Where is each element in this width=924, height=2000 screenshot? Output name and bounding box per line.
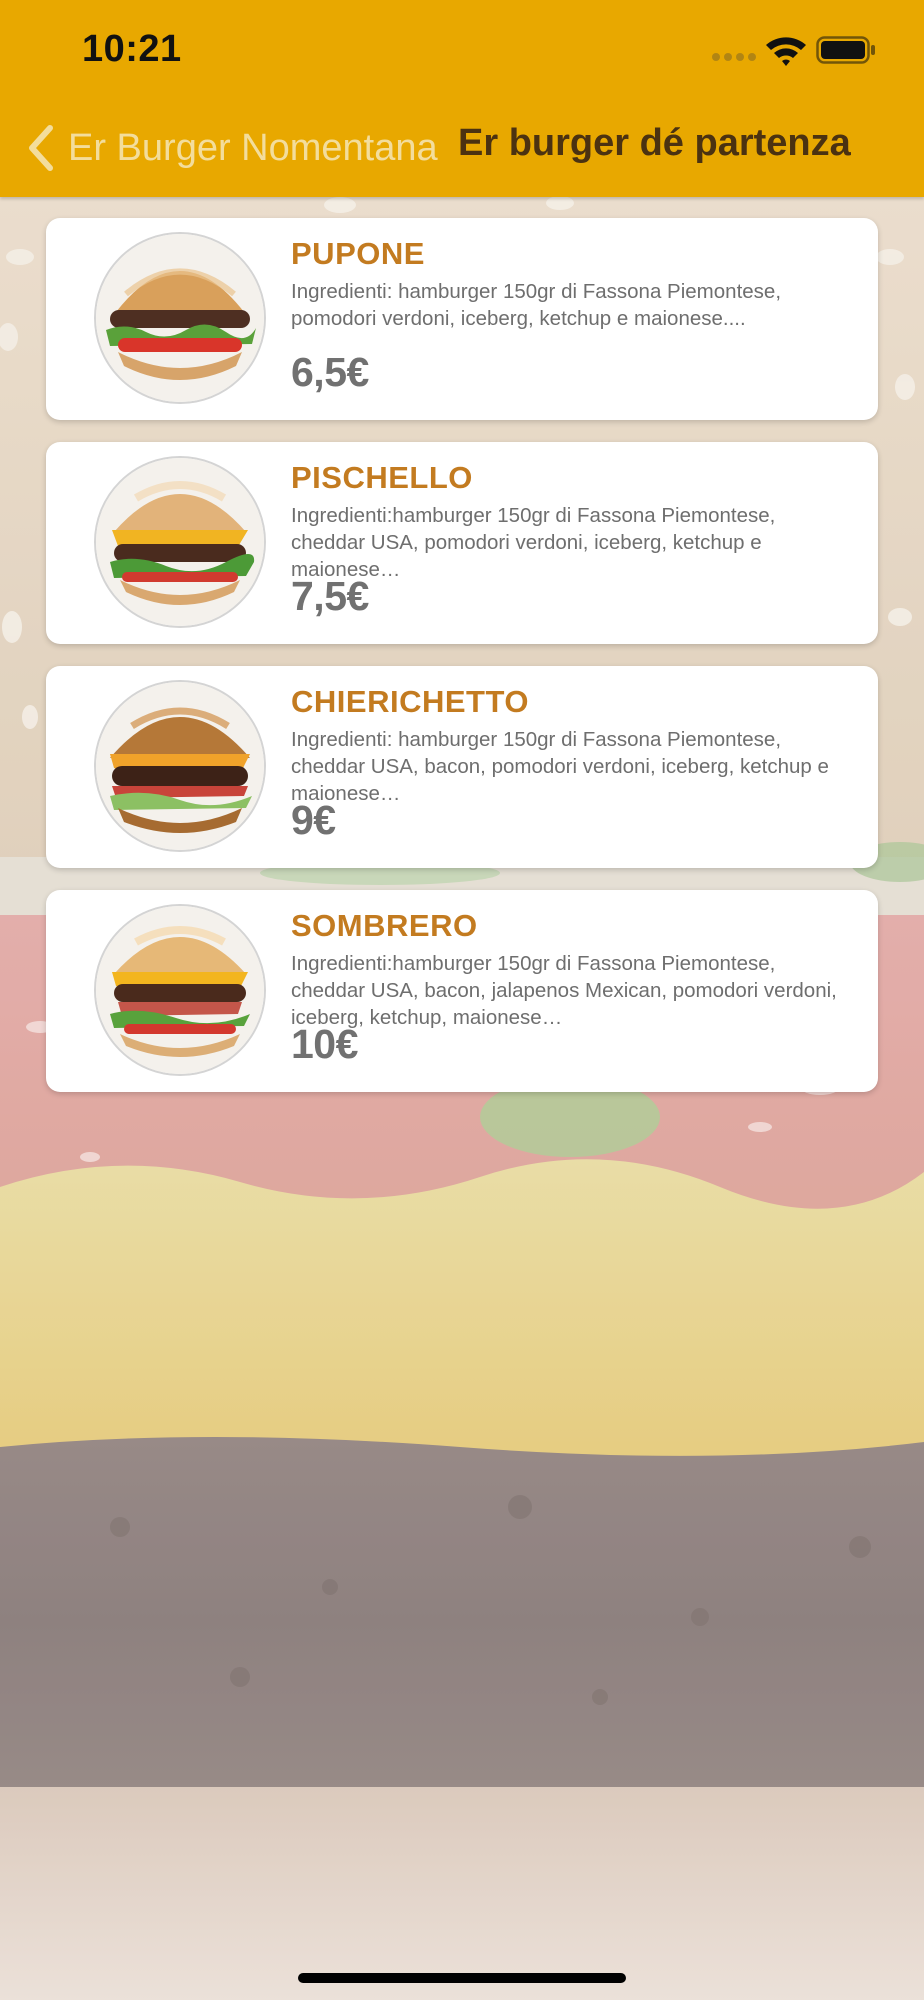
item-price: 10€ — [291, 1021, 358, 1067]
item-description: Ingredienti:hamburger 150gr di Fassona P… — [291, 952, 837, 1029]
item-name: SOMBRERO — [291, 908, 478, 943]
bacon-cheeseburger-photo — [94, 680, 266, 852]
cheeseburger-photo — [94, 456, 266, 628]
wifi-icon — [766, 37, 806, 66]
burger-photo — [94, 232, 266, 404]
battery-icon — [816, 36, 875, 64]
back-button[interactable]: Er Burger Nomentana — [26, 122, 438, 174]
jalapeno-burger-photo — [94, 904, 266, 1076]
item-text: CHIERICHETTO Ingredienti: hamburger 150g… — [291, 682, 847, 854]
item-description: Ingredienti: hamburger 150gr di Fassona … — [291, 280, 782, 330]
item-name: CHIERICHETTO — [291, 684, 529, 719]
chevron-left-icon — [29, 125, 53, 171]
item-price: 7,5€ — [291, 573, 369, 619]
item-text: SOMBRERO Ingredienti:hamburger 150gr di … — [291, 906, 847, 1078]
menu-item-pupone[interactable]: PUPONE Ingredienti: hamburger 150gr di F… — [46, 218, 878, 420]
item-text: PUPONE Ingredienti: hamburger 150gr di F… — [291, 234, 847, 406]
item-price: 9€ — [291, 797, 336, 843]
page-title: Er burger dé partenza — [458, 122, 851, 164]
item-name: PUPONE — [291, 236, 425, 271]
menu-item-pischello[interactable]: PISCHELLO Ingredienti:hamburger 150gr di… — [46, 442, 878, 644]
navigation-header: 10:21 Er Burger Nomentana Er burger dé p… — [0, 0, 924, 197]
home-indicator[interactable] — [298, 1973, 626, 1983]
item-text: PISCHELLO Ingredienti:hamburger 150gr di… — [291, 458, 847, 630]
item-price: 6,5€ — [291, 349, 369, 395]
item-description: Ingredienti: hamburger 150gr di Fassona … — [291, 728, 829, 805]
cellular-signal-icon — [712, 53, 756, 63]
status-time: 10:21 — [82, 28, 182, 70]
menu-list: PUPONE Ingredienti: hamburger 150gr di F… — [46, 218, 878, 1114]
menu-item-sombrero[interactable]: SOMBRERO Ingredienti:hamburger 150gr di … — [46, 890, 878, 1092]
back-label: Er Burger Nomentana — [68, 126, 438, 169]
item-description: Ingredienti:hamburger 150gr di Fassona P… — [291, 504, 776, 581]
item-name: PISCHELLO — [291, 460, 473, 495]
menu-item-chierichetto[interactable]: CHIERICHETTO Ingredienti: hamburger 150g… — [46, 666, 878, 868]
